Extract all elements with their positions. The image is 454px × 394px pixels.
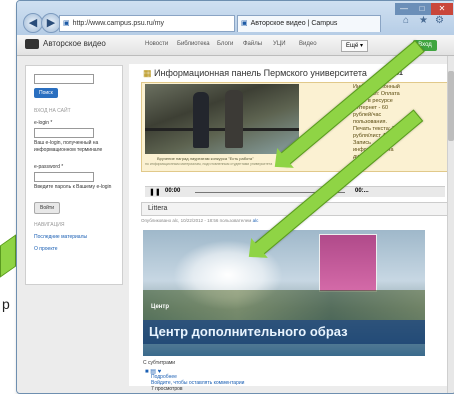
photo-trees [143,290,425,320]
address-bar[interactable]: ▣ http://www.campus.psu.ru/my [59,15,235,32]
favorites-icon[interactable]: ★ [419,15,428,26]
page-icon: ▣ [63,20,70,27]
epassword-label: e-password * [34,164,64,170]
browser-window: ◀ ▶ ▣ http://www.campus.psu.ru/my ▣ Авторс… [16,0,454,394]
video-frame-image [145,84,299,154]
search-button[interactable]: Поиск [34,88,58,98]
epassword-field[interactable] [34,172,94,182]
photo-person-right [225,90,243,148]
site-header: Авторское видео Новости Библиотека Блоги… [17,35,454,56]
photo-railing [145,128,299,131]
elogin-label: e-login * [34,120,53,126]
video-player-controls: ❚❚ 00:00 00:... [145,186,445,197]
scrollbar-thumb[interactable] [448,71,454,141]
menu-item-files[interactable]: Файлы [243,41,262,47]
views-count: 7 просмотров [151,386,183,392]
article-meta: Опубликовано alc, 10/22/2012 - 18:56 пол… [141,218,258,223]
video-subcaption: по информационным материалам, подготовле… [145,162,273,166]
player-time-total: 00:... [355,188,369,194]
menu-item-blogs[interactable]: Блоги [217,41,233,47]
panel-icon: ▦ [143,68,155,78]
login-button[interactable]: Войти [34,202,60,214]
video-caption: Вручение наград лауреатам конкурса "Есть… [157,156,254,161]
green-arrow-fragment [0,234,16,278]
article-image: Центр Центр дополнительного образ [143,230,425,356]
inset-photo [319,234,377,292]
pause-icon[interactable]: ❚❚ [149,188,161,196]
close-icon[interactable]: ✕ [431,3,453,15]
menu-item-library[interactable]: Библиотека [177,41,210,47]
tab-icon: ▣ [241,20,248,27]
epassword-hint: Введите пароль к Вашему e-login [34,184,112,190]
article-meta-text: Опубликовано alc, 10/22/2012 - 18:56 пол… [141,218,252,223]
elogin-field[interactable] [34,128,94,138]
overlay-small-text: Центр [151,304,170,310]
menu-item-news[interactable]: Новости [145,41,168,47]
nav-link-latest[interactable]: Последние материалы [34,234,87,240]
subtitle-label: С субтитрами [143,360,176,366]
login-heading: ВХОД НА САЙТ [34,108,71,114]
panel-title-prefix: Информационная панель [154,68,262,78]
page-content: Поиск ВХОД НА САЙТ e-login * Ваш e-login… [17,56,454,393]
site-name: Авторское видео [43,39,106,48]
home-icon[interactable]: ⌂ [403,15,409,26]
minimize-icon[interactable]: — [395,3,413,15]
photo-person-left [193,92,209,148]
search-input[interactable] [34,74,94,84]
background-text-fragment: р [2,296,10,312]
maximize-icon[interactable]: □ [413,3,431,15]
sidebar: Поиск ВХОД НА САЙТ e-login * Ваш e-login… [25,65,123,285]
nav-heading: НАВИГАЦИЯ [34,222,65,228]
overlay-title: Центр дополнительного образ [149,324,348,339]
browser-titlebar: ◀ ▶ ▣ http://www.campus.psu.ru/my ▣ Авторс… [17,1,454,35]
nav-link-about[interactable]: О проекте [34,246,58,252]
menu-item-video[interactable]: Видео [299,41,317,47]
panel-title: ▦ Информационная панель Пермского универ… [143,68,367,79]
settings-icon[interactable]: ⚙ [435,15,444,26]
player-time-current: 00:00 [165,188,181,194]
address-url: http://www.campus.psu.ru/my [72,20,165,27]
back-icon[interactable]: ◀ [23,13,43,33]
more-menu-button[interactable]: Ещё ▾ [341,40,368,52]
article-links: Подробнее Войдите, чтобы оставлять комме… [151,374,244,392]
menu-item-uci[interactable]: УЦИ [273,41,286,47]
panel-title-suffix: Пермского университета [263,68,367,78]
article-author-link[interactable]: alc [253,218,259,223]
elogin-hint: Ваш e-login, полученный на информационно… [34,140,103,153]
browser-tab[interactable]: ▣ Авторское видео | Campus [237,15,381,32]
forward-icon[interactable]: ▶ [41,13,61,33]
tab-title: Авторское видео | Campus [250,20,338,27]
site-logo [25,39,39,49]
